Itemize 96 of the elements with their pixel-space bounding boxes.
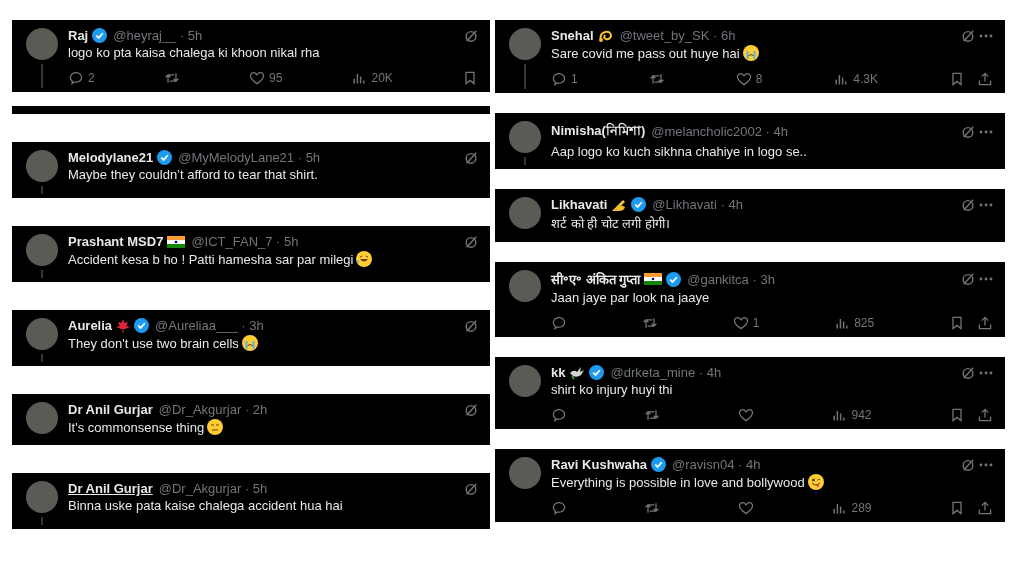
tweet-text: shirt ko injury huyi thi <box>551 382 673 397</box>
more-menu-icon[interactable] <box>979 370 993 375</box>
views-count: 942 <box>851 408 872 422</box>
views-count: 289 <box>851 501 872 515</box>
views-count: 20K <box>371 71 393 85</box>
tweet-text: Binna uske pata kaise chalega accident hua hai <box>68 498 343 513</box>
reply-count: 2 <box>88 71 95 85</box>
like-icon[interactable] <box>737 407 754 423</box>
like-count: 8 <box>755 72 763 86</box>
more-menu-icon[interactable] <box>979 277 993 281</box>
user-name[interactable]: Ravi Kushwaha <box>551 457 648 472</box>
repost-icon[interactable] <box>641 315 658 331</box>
tweet-text: They don't use two brain cells <box>68 335 239 351</box>
user-name[interactable]: सी॰ए॰ अंकित गुप्ता <box>551 270 641 288</box>
handle-and-time: @drketa_mine · 4h <box>610 365 722 380</box>
views-count: 4.3K <box>853 72 878 86</box>
repost-icon[interactable] <box>644 407 661 423</box>
tweet-text: It's commonsense thing <box>68 419 205 435</box>
share-icon[interactable] <box>977 71 993 87</box>
grok-icon[interactable] <box>961 457 975 472</box>
tweet-text: शर्ट को ही चोट लगी होगी। <box>551 215 671 232</box>
handle-and-time: @Dr_Akgurjar · 2h <box>158 402 268 417</box>
avatar[interactable] <box>509 457 541 489</box>
grok-icon[interactable] <box>464 234 478 249</box>
grok-icon[interactable] <box>961 365 975 380</box>
like-icon[interactable] <box>737 500 754 516</box>
avatar[interactable] <box>509 28 541 60</box>
handle-and-time: @Aureliaa___ · 3h <box>155 318 264 333</box>
user-name[interactable]: Dr Anil Gurjar <box>68 481 153 496</box>
more-menu-icon[interactable] <box>979 33 993 38</box>
avatar[interactable] <box>509 270 541 302</box>
avatar[interactable] <box>26 234 58 266</box>
handle-and-time: @MyMelodyLane21 · 5h <box>178 150 321 165</box>
handle-and-time: @tweet_by_SK · 6h <box>619 28 736 43</box>
grok-icon[interactable] <box>464 318 478 333</box>
repost-icon[interactable] <box>644 500 661 516</box>
handle-and-time: @melancholic2002 · 4h <box>651 124 788 139</box>
user-name[interactable]: Likhavati <box>551 197 608 212</box>
like-icon[interactable] <box>732 315 749 331</box>
grok-icon[interactable] <box>464 481 478 496</box>
handle-and-time: @ravisn04 · 4h <box>672 457 761 472</box>
handle-and-time: @gankitca · 3h <box>687 271 775 287</box>
user-name[interactable]: Snehal <box>551 28 594 43</box>
tweet-text: Sare covid me pass out huye hai <box>551 45 740 61</box>
avatar[interactable] <box>509 365 541 397</box>
reply-icon[interactable] <box>551 71 567 87</box>
tweet-text: Everything is possible in love and bollywood <box>551 474 805 490</box>
like-icon[interactable] <box>248 70 265 86</box>
user-name[interactable]: Melodylane21 <box>68 150 154 165</box>
repost-icon[interactable] <box>163 70 180 86</box>
avatar[interactable] <box>26 28 58 60</box>
share-icon[interactable] <box>976 407 993 423</box>
more-menu-icon[interactable] <box>979 202 993 207</box>
like-count: 95 <box>268 71 283 85</box>
grok-icon[interactable] <box>961 272 975 286</box>
handle-and-time: @Likhavati · 4h <box>652 197 743 212</box>
tweet-text: Jaan jaye par look na jaaye <box>551 290 710 305</box>
avatar[interactable] <box>509 197 541 229</box>
avatar[interactable] <box>26 402 58 434</box>
share-icon[interactable] <box>976 315 993 331</box>
share-icon[interactable] <box>976 500 993 516</box>
bookmark-icon[interactable] <box>949 71 965 87</box>
user-name[interactable]: Prashant MSD7 <box>68 234 164 249</box>
grok-icon[interactable] <box>961 28 975 43</box>
views-count: 825 <box>854 316 875 330</box>
user-name[interactable]: Nimisha(নিমিশা) <box>551 121 646 142</box>
like-count: 1 <box>752 316 760 330</box>
user-name[interactable]: Aurelia <box>68 318 113 333</box>
more-menu-icon[interactable] <box>979 462 993 467</box>
tweet-text: logo ko pta kaisa chalega ki khoon nikal rha <box>68 45 320 60</box>
reply-icon[interactable] <box>551 315 567 331</box>
reply-icon[interactable] <box>68 70 84 86</box>
reply-icon[interactable] <box>551 500 567 516</box>
tweet-text: Maybe they couldn’t afford to tear that shirt. <box>68 167 318 182</box>
more-menu-icon[interactable] <box>979 129 993 134</box>
avatar[interactable] <box>26 481 58 513</box>
grok-icon[interactable] <box>961 124 975 139</box>
user-name[interactable]: kk <box>551 365 566 380</box>
handle-and-time: @heyraj__ · 5h <box>113 28 203 43</box>
avatar[interactable] <box>509 121 541 153</box>
tweet-text: Accident kesa b ho ! Patti hamesha sar par milegi <box>68 251 354 267</box>
grok-icon[interactable] <box>464 28 478 43</box>
repost-icon[interactable] <box>648 71 665 87</box>
handle-and-time: @ICT_FAN_7 · 5h <box>191 234 299 249</box>
user-name[interactable]: Raj <box>68 28 89 43</box>
avatar[interactable] <box>26 318 58 350</box>
reply-icon[interactable] <box>551 407 567 423</box>
reply-count: 1 <box>571 72 578 86</box>
avatar[interactable] <box>26 150 58 182</box>
grok-icon[interactable] <box>464 402 478 417</box>
tweet-text: Aap logo ko kuch sikhna chahiye in logo se.. <box>551 144 807 159</box>
grok-icon[interactable] <box>961 197 975 212</box>
user-name[interactable]: Dr Anil Gurjar <box>68 402 153 417</box>
handle-and-time: @Dr_Akgurjar · 5h <box>158 481 268 496</box>
grok-icon[interactable] <box>464 150 478 165</box>
like-icon[interactable] <box>735 71 752 87</box>
